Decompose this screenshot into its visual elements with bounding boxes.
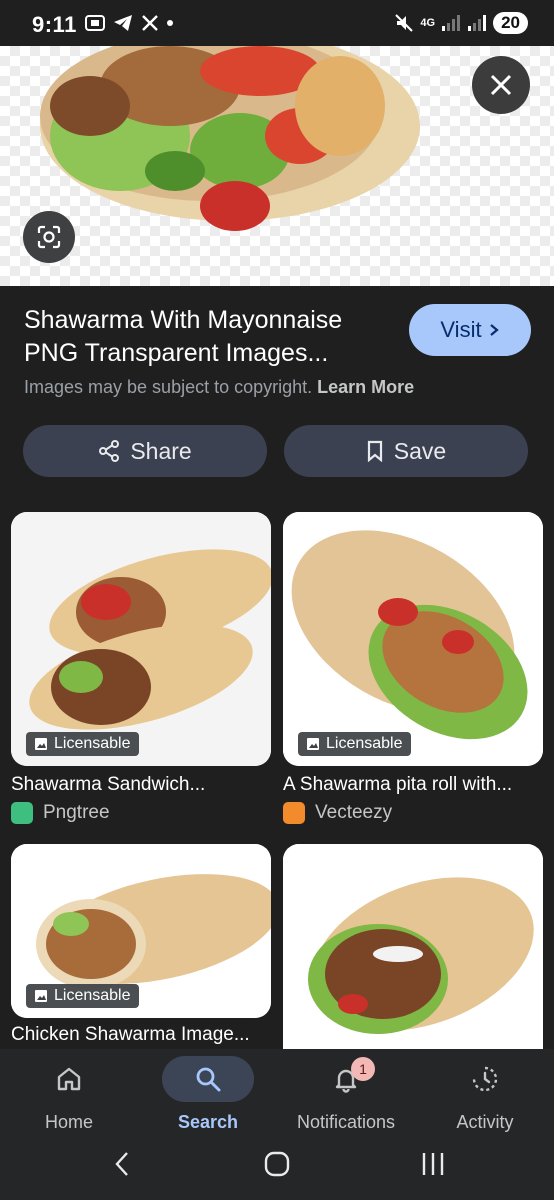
nav-search-pill bbox=[162, 1056, 254, 1102]
battery-indicator: 20 bbox=[493, 12, 528, 34]
bookmark-icon bbox=[367, 440, 382, 462]
related-image[interactable]: Licensable bbox=[11, 512, 271, 766]
related-source[interactable]: Vecteezy bbox=[283, 802, 392, 824]
shawarma-image bbox=[283, 512, 543, 766]
nav-home[interactable]: Home bbox=[0, 1049, 138, 1133]
back-icon[interactable] bbox=[112, 1150, 132, 1178]
image-icon bbox=[35, 990, 47, 1002]
recents-icon[interactable] bbox=[420, 1150, 446, 1178]
image-icon bbox=[307, 738, 319, 750]
status-notification-icons bbox=[85, 14, 173, 32]
learn-more-link[interactable]: Learn More bbox=[317, 377, 414, 397]
x-icon bbox=[142, 15, 158, 31]
share-label: Share bbox=[130, 437, 192, 464]
image-icon bbox=[35, 738, 47, 750]
signal-icon-2 bbox=[468, 15, 487, 31]
related-card[interactable]: Licensable Chicken Shawarma Image... bbox=[11, 844, 271, 1049]
shawarma-image bbox=[11, 512, 271, 766]
status-system-icons: 4G 20 bbox=[394, 12, 528, 34]
nav-home-label: Home bbox=[44, 1112, 93, 1132]
licensable-badge: Licensable bbox=[26, 984, 139, 1008]
related-title[interactable]: Chicken Shawarma Image... bbox=[11, 1024, 279, 1046]
preview-image[interactable] bbox=[0, 46, 554, 286]
result-title[interactable]: Shawarma With Mayonnaise PNG Transparent… bbox=[24, 304, 394, 370]
related-title[interactable]: Shawarma Sandwich... bbox=[11, 774, 279, 796]
lens-icon bbox=[37, 225, 61, 249]
network-type: 4G bbox=[420, 17, 436, 29]
nav-notifications-pill bbox=[300, 1056, 392, 1102]
activity-icon bbox=[472, 1066, 498, 1092]
related-source[interactable]: Pngtree bbox=[11, 802, 110, 824]
nav-home-pill bbox=[23, 1056, 115, 1102]
badge-label: Licensable bbox=[54, 735, 131, 752]
status-bar: 9:11 4G 20 bbox=[0, 0, 554, 46]
related-card[interactable]: Licensable Shawarma Sandwich... Pngtree bbox=[11, 512, 271, 832]
telegram-icon bbox=[114, 15, 132, 31]
system-navigation-bar bbox=[0, 1140, 554, 1190]
related-image[interactable]: Licensable bbox=[283, 512, 543, 766]
mute-icon bbox=[395, 14, 414, 32]
badge-label: Licensable bbox=[326, 735, 403, 752]
signal-icon-1 bbox=[442, 15, 461, 31]
share-button[interactable]: Share bbox=[23, 425, 267, 477]
copyright-notice: Images may be subject to copyright. Lear… bbox=[24, 377, 414, 398]
badge-label: Licensable bbox=[54, 987, 131, 1004]
search-icon bbox=[196, 1067, 221, 1092]
save-label: Save bbox=[393, 437, 447, 464]
visit-button[interactable]: Visit bbox=[409, 304, 531, 356]
licensable-badge: Licensable bbox=[298, 732, 411, 756]
shawarma-image bbox=[40, 46, 420, 231]
nav-activity-pill bbox=[439, 1056, 531, 1102]
related-card[interactable]: Licensable A Shawarma pita roll with... … bbox=[283, 512, 543, 832]
licensable-badge: Licensable bbox=[26, 732, 139, 756]
related-card[interactable] bbox=[283, 844, 543, 1049]
related-image[interactable] bbox=[283, 844, 543, 1049]
home-icon bbox=[57, 1067, 81, 1091]
more-notifications-dot bbox=[167, 20, 173, 26]
pngtree-logo-icon bbox=[11, 802, 33, 824]
share-icon bbox=[99, 440, 120, 462]
related-image[interactable]: Licensable bbox=[11, 844, 271, 1018]
nav-activity[interactable]: Activity bbox=[416, 1049, 554, 1133]
close-button[interactable] bbox=[472, 56, 530, 114]
source-name: Vecteezy bbox=[315, 802, 393, 823]
vecteezy-logo-icon bbox=[283, 802, 305, 824]
notification-count-badge: 1 bbox=[351, 1057, 375, 1081]
related-title[interactable]: A Shawarma pita roll with... bbox=[283, 774, 551, 796]
nav-search-label: Search bbox=[177, 1112, 239, 1132]
nav-activity-label: Activity bbox=[456, 1112, 514, 1132]
nav-search[interactable]: Search bbox=[139, 1049, 277, 1133]
chevron-right-icon bbox=[489, 324, 499, 336]
home-circle-icon[interactable] bbox=[263, 1150, 291, 1178]
close-icon bbox=[490, 74, 512, 96]
nav-notifications[interactable]: 1 Notifications bbox=[277, 1049, 415, 1133]
shawarma-image bbox=[283, 844, 543, 1049]
source-name: Pngtree bbox=[43, 802, 110, 823]
screenshot-icon bbox=[85, 15, 105, 31]
copyright-text: Images may be subject to copyright. bbox=[24, 377, 313, 397]
visit-label: Visit bbox=[440, 317, 482, 342]
status-time: 9:11 bbox=[32, 12, 77, 37]
google-lens-button[interactable] bbox=[23, 211, 75, 263]
save-button[interactable]: Save bbox=[284, 425, 528, 477]
nav-notifications-label: Notifications bbox=[296, 1112, 396, 1132]
